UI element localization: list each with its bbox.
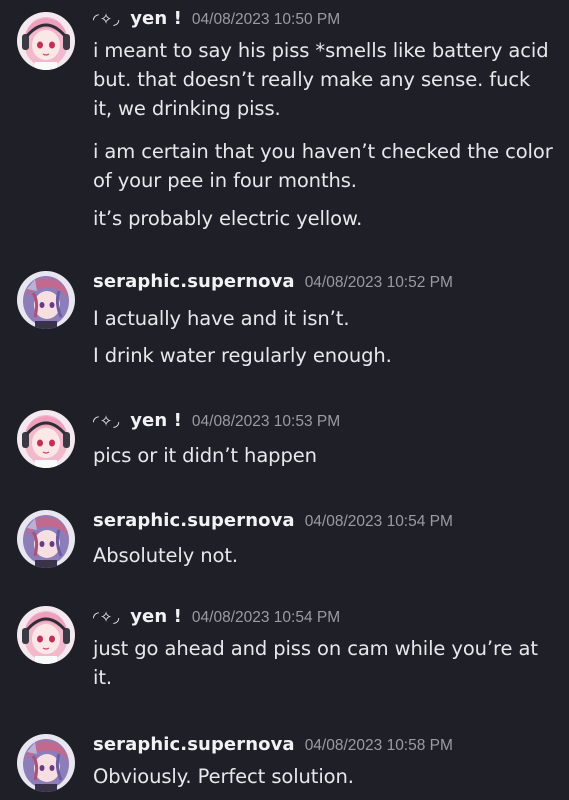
message-header: ◜✧◞ yen ! 04/08/2023 10:50 PM bbox=[93, 8, 340, 36]
message-text: I actually have and it isn’t. bbox=[93, 307, 350, 330]
avatar[interactable] bbox=[17, 510, 75, 568]
username[interactable]: seraphic.supernova bbox=[93, 510, 295, 531]
chat-log: ◜✧◞ yen ! 04/08/2023 10:50 PM i meant to… bbox=[0, 0, 569, 800]
username[interactable]: yen ! bbox=[130, 410, 182, 431]
seraphic-avatar-image bbox=[17, 510, 75, 568]
username-decoration: ◜✧◞ bbox=[93, 412, 121, 430]
username[interactable]: yen ! bbox=[130, 606, 182, 627]
message-text: it’s probably electric yellow. bbox=[93, 207, 363, 230]
avatar[interactable] bbox=[17, 410, 75, 468]
yen-avatar-image bbox=[17, 12, 75, 70]
seraphic-avatar-image bbox=[17, 271, 75, 329]
message-header: seraphic.supernova 04/08/2023 10:54 PM bbox=[93, 510, 453, 538]
message-header: seraphic.supernova 04/08/2023 10:52 PM bbox=[93, 271, 453, 299]
message-header: seraphic.supernova 04/08/2023 10:58 PM bbox=[93, 734, 453, 762]
username-decoration: ◜✧◞ bbox=[93, 10, 121, 28]
message-header: ◜✧◞ yen ! 04/08/2023 10:53 PM bbox=[93, 410, 340, 438]
yen-avatar-image bbox=[17, 606, 75, 664]
timestamp[interactable]: 04/08/2023 10:52 PM bbox=[305, 274, 453, 292]
timestamp[interactable]: 04/08/2023 10:58 PM bbox=[305, 737, 453, 755]
timestamp[interactable]: 04/08/2023 10:53 PM bbox=[192, 413, 340, 431]
avatar[interactable] bbox=[17, 12, 75, 70]
message-text: Absolutely not. bbox=[93, 544, 239, 567]
message-text: i am certain that you haven’t checked th… bbox=[93, 140, 553, 192]
message-text: Obviously. Perfect solution. bbox=[93, 765, 354, 788]
username-decoration: ◜✧◞ bbox=[93, 608, 121, 626]
avatar[interactable] bbox=[17, 734, 75, 792]
yen-avatar-image bbox=[17, 410, 75, 468]
message-header: ◜✧◞ yen ! 04/08/2023 10:54 PM bbox=[93, 606, 340, 634]
message-text: pics or it didn’t happen bbox=[93, 444, 317, 467]
avatar[interactable] bbox=[17, 606, 75, 664]
username[interactable]: seraphic.supernova bbox=[93, 271, 295, 292]
timestamp[interactable]: 04/08/2023 10:54 PM bbox=[192, 609, 340, 627]
message-text: i meant to say his piss *smells like bat… bbox=[93, 39, 549, 120]
username[interactable]: yen ! bbox=[130, 8, 182, 29]
message-text: I drink water regularly enough. bbox=[93, 344, 392, 367]
seraphic-avatar-image bbox=[17, 734, 75, 792]
timestamp[interactable]: 04/08/2023 10:54 PM bbox=[305, 513, 453, 531]
username[interactable]: seraphic.supernova bbox=[93, 734, 295, 755]
avatar[interactable] bbox=[17, 271, 75, 329]
timestamp[interactable]: 04/08/2023 10:50 PM bbox=[192, 11, 340, 29]
message-text: just go ahead and piss on cam while you’… bbox=[93, 637, 538, 689]
